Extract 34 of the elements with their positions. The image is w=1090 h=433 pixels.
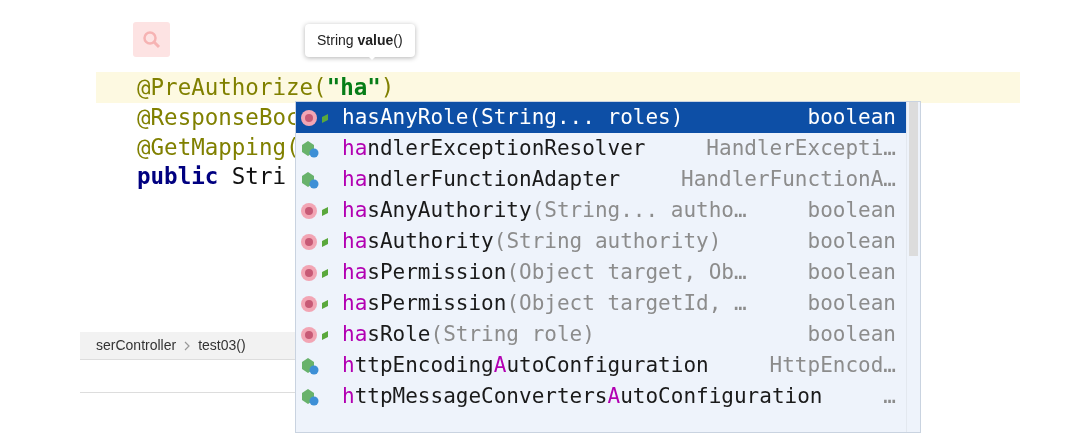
- breadcrumb-item[interactable]: serController: [96, 335, 177, 356]
- search-button[interactable]: [133, 22, 170, 57]
- method-icon: [300, 108, 318, 127]
- method-icon: [300, 325, 318, 344]
- completion-item[interactable]: hasAuthority(String authority) boolean: [296, 226, 906, 257]
- completion-item[interactable]: hasRole(String role) boolean: [296, 319, 906, 350]
- current-code-line: @PreAuthorize("ha"): [137, 74, 395, 100]
- completion-item[interactable]: hasPermission(Object target, Ob… boolean: [296, 257, 906, 288]
- leaf-icon: [320, 111, 330, 124]
- search-icon: [141, 29, 162, 50]
- tooltip: String value(): [305, 24, 415, 57]
- breadcrumb-item[interactable]: test03(): [198, 335, 246, 356]
- leaf-icon: [320, 328, 330, 341]
- class-icon: [300, 138, 320, 159]
- completion-item[interactable]: hasPermission(Object targetId, … boolean: [296, 288, 906, 319]
- completion-item[interactable]: hasAnyRole(String... roles) boolean: [296, 102, 906, 133]
- class-icon: [300, 386, 320, 407]
- class-icon: [300, 355, 320, 376]
- class-icon: [300, 169, 320, 190]
- completion-item[interactable]: httpEncodingAutoConfiguration HttpEncod…: [296, 350, 906, 381]
- completion-item[interactable]: httpMessageConvertersAutoConfiguration …: [296, 381, 906, 412]
- leaf-icon: [320, 297, 330, 310]
- scrollbar[interactable]: [906, 102, 920, 432]
- leaf-icon: [320, 204, 330, 217]
- completion-item[interactable]: hasAnyAuthority(String... autho… boolean: [296, 195, 906, 226]
- leaf-icon: [320, 266, 330, 279]
- chevron-icon: [184, 340, 191, 351]
- method-icon: [300, 232, 318, 251]
- leaf-icon: [320, 235, 330, 248]
- method-icon: [300, 263, 318, 282]
- method-icon: [300, 201, 318, 220]
- method-icon: [300, 294, 318, 313]
- completion-item[interactable]: handlerFunctionAdapter HandlerFunctionA…: [296, 164, 906, 195]
- code-line: public Stri: [137, 163, 286, 189]
